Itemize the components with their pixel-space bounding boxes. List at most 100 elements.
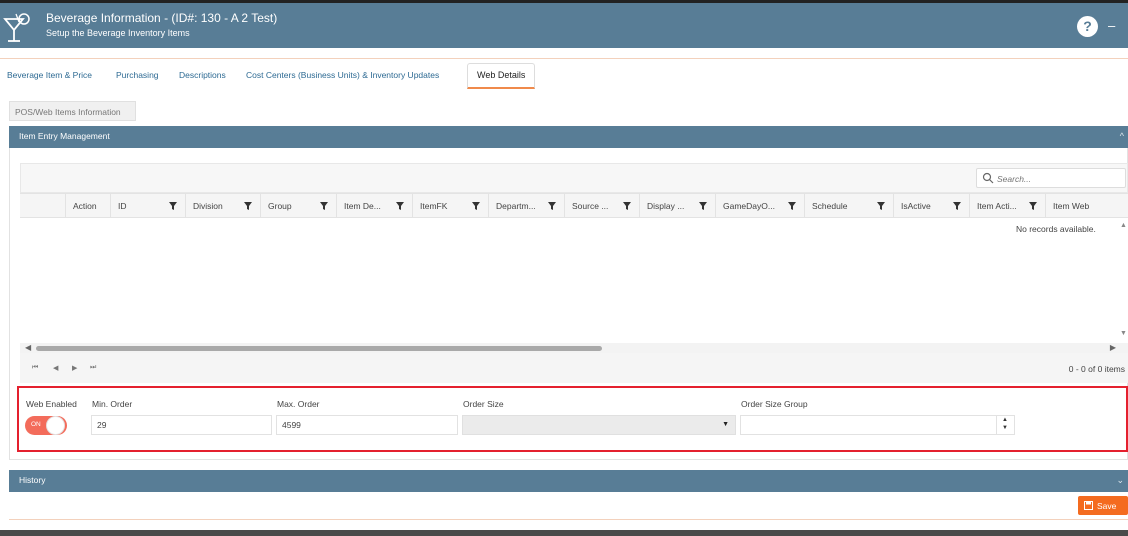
page-subtitle: Setup the Beverage Inventory Items xyxy=(46,28,190,38)
column-header-item-web[interactable]: Item Web xyxy=(1045,194,1128,217)
column-header-itemfk[interactable]: ItemFK xyxy=(412,194,488,217)
column-label: Departm... xyxy=(496,201,536,211)
item-entry-panel-title: Item Entry Management xyxy=(19,131,110,141)
item-entry-panel-header[interactable]: Item Entry Management ^ xyxy=(9,126,1128,148)
history-panel-title: History xyxy=(19,475,46,485)
horizontal-scrollbar[interactable]: ◀ ▶ xyxy=(20,343,1128,353)
column-header-item-active[interactable]: Item Acti... xyxy=(969,194,1045,217)
floppy-disk-icon xyxy=(1084,501,1093,510)
dropdown-caret-icon: ▼ xyxy=(722,421,729,428)
scroll-left-arrow[interactable]: ◀ xyxy=(25,343,31,352)
column-label: Action xyxy=(73,201,97,211)
order-size-group-label: Order Size Group xyxy=(741,399,808,409)
max-order-label: Max. Order xyxy=(277,399,320,409)
min-order-label: Min. Order xyxy=(92,399,133,409)
column-header-source[interactable]: Source ... xyxy=(564,194,639,217)
min-order-input[interactable] xyxy=(91,415,272,435)
toggle-state-text: ON xyxy=(31,421,41,428)
scroll-down-arrow[interactable]: ▼ xyxy=(1120,330,1127,337)
column-label: Item De... xyxy=(344,201,381,211)
order-size-select[interactable]: ▼ xyxy=(462,415,736,435)
filter-icon[interactable] xyxy=(320,202,328,210)
subtab-pos-web-items[interactable]: POS/Web Items Information xyxy=(9,101,136,121)
scroll-up-arrow[interactable]: ▲ xyxy=(1120,222,1127,229)
column-label: GameDayO... xyxy=(723,201,775,211)
previous-page-icon[interactable]: ◀ xyxy=(53,364,58,372)
filter-icon[interactable] xyxy=(169,202,177,210)
tab-purchasing[interactable]: Purchasing xyxy=(116,70,159,80)
tab-cost-centers[interactable]: Cost Centers (Business Units) & Inventor… xyxy=(246,70,439,80)
footer-divider xyxy=(9,519,1128,520)
tab-descriptions[interactable]: Descriptions xyxy=(179,70,226,80)
column-label: ID xyxy=(118,201,127,211)
history-panel-header[interactable]: History ⌄ xyxy=(9,470,1128,492)
column-header-isactive[interactable]: IsActive xyxy=(893,194,969,217)
column-label: Schedule xyxy=(812,201,848,211)
column-header-schedule[interactable]: Schedule xyxy=(804,194,893,217)
column-header-gamedayo[interactable]: GameDayO... xyxy=(715,194,804,217)
filter-icon[interactable] xyxy=(396,202,404,210)
column-header-department[interactable]: Departm... xyxy=(488,194,564,217)
chevron-up-icon[interactable]: ^ xyxy=(1120,131,1124,141)
order-size-label: Order Size xyxy=(463,399,504,409)
search-icon xyxy=(982,172,994,184)
page-header: Beverage Information - (ID#: 130 - A 2 T… xyxy=(0,3,1128,48)
filter-icon[interactable] xyxy=(548,202,556,210)
save-label: Save xyxy=(1097,501,1117,511)
scroll-right-arrow[interactable]: ▶ xyxy=(1110,343,1116,352)
filter-icon[interactable] xyxy=(472,202,480,210)
column-label: Division xyxy=(193,201,223,211)
column-header-group[interactable]: Group xyxy=(260,194,336,217)
filter-icon[interactable] xyxy=(244,202,252,210)
grid-header: Action ID Division Group Item De... Item… xyxy=(20,193,1128,218)
scrollbar-thumb[interactable] xyxy=(36,346,602,351)
column-label: Group xyxy=(268,201,292,211)
column-label: Item Web xyxy=(1053,201,1090,211)
tab-web-details[interactable]: Web Details xyxy=(467,63,536,89)
tab-beverage-item-price[interactable]: Beverage Item & Price xyxy=(7,70,92,80)
web-enabled-toggle[interactable]: ON xyxy=(25,416,67,435)
tab-bar: Beverage Item & Price Purchasing Descrip… xyxy=(0,58,1128,89)
save-button[interactable]: Save xyxy=(1078,496,1128,515)
max-order-input[interactable] xyxy=(276,415,458,435)
minimize-button[interactable]: – xyxy=(1108,18,1115,33)
filter-icon[interactable] xyxy=(699,202,707,210)
stepper-up-icon[interactable]: ▲ xyxy=(1002,417,1008,423)
pager: ⏮ ◀ ▶ ⏭ 0 - 0 of 0 items xyxy=(20,353,1128,383)
column-label: Source ... xyxy=(572,201,609,211)
column-header-action[interactable]: Action xyxy=(65,194,110,217)
column-header-item-description[interactable]: Item De... xyxy=(336,194,412,217)
column-header-display[interactable]: Display ... xyxy=(639,194,715,217)
filter-icon[interactable] xyxy=(877,202,885,210)
column-label: ItemFK xyxy=(420,201,448,211)
last-page-icon[interactable]: ⏭ xyxy=(90,364,96,372)
grid-toolbar xyxy=(20,163,1128,193)
next-page-icon[interactable]: ▶ xyxy=(72,364,77,372)
column-label: Item Acti... xyxy=(977,201,1017,211)
column-label: Display ... xyxy=(647,201,685,211)
filter-icon[interactable] xyxy=(953,202,961,210)
search-input[interactable] xyxy=(997,171,1121,186)
pager-info: 0 - 0 of 0 items xyxy=(1068,364,1125,374)
order-size-group-stepper[interactable]: ▲ ▼ xyxy=(740,415,1015,435)
stepper-down-icon[interactable]: ▼ xyxy=(1002,425,1008,431)
column-header-division[interactable]: Division xyxy=(185,194,260,217)
filter-icon[interactable] xyxy=(1029,202,1037,210)
web-enabled-label: Web Enabled xyxy=(26,399,77,409)
filter-icon[interactable] xyxy=(788,202,796,210)
grid-body xyxy=(20,218,1128,343)
search-box[interactable] xyxy=(976,168,1126,188)
chevron-down-icon[interactable]: ⌄ xyxy=(1116,475,1124,486)
column-label: IsActive xyxy=(901,201,931,211)
window-bottom-bar xyxy=(0,530,1128,536)
toggle-knob[interactable] xyxy=(46,416,65,435)
select-all-header[interactable] xyxy=(20,194,65,217)
cocktail-glass-icon xyxy=(3,13,30,42)
help-icon[interactable]: ? xyxy=(1077,16,1098,37)
page-title: Beverage Information - (ID#: 130 - A 2 T… xyxy=(46,11,278,25)
stepper-arrows: ▲ ▼ xyxy=(996,416,1014,434)
column-header-id[interactable]: ID xyxy=(110,194,185,217)
filter-icon[interactable] xyxy=(623,202,631,210)
first-page-icon[interactable]: ⏮ xyxy=(32,364,38,372)
empty-message: No records available. xyxy=(1016,224,1096,234)
